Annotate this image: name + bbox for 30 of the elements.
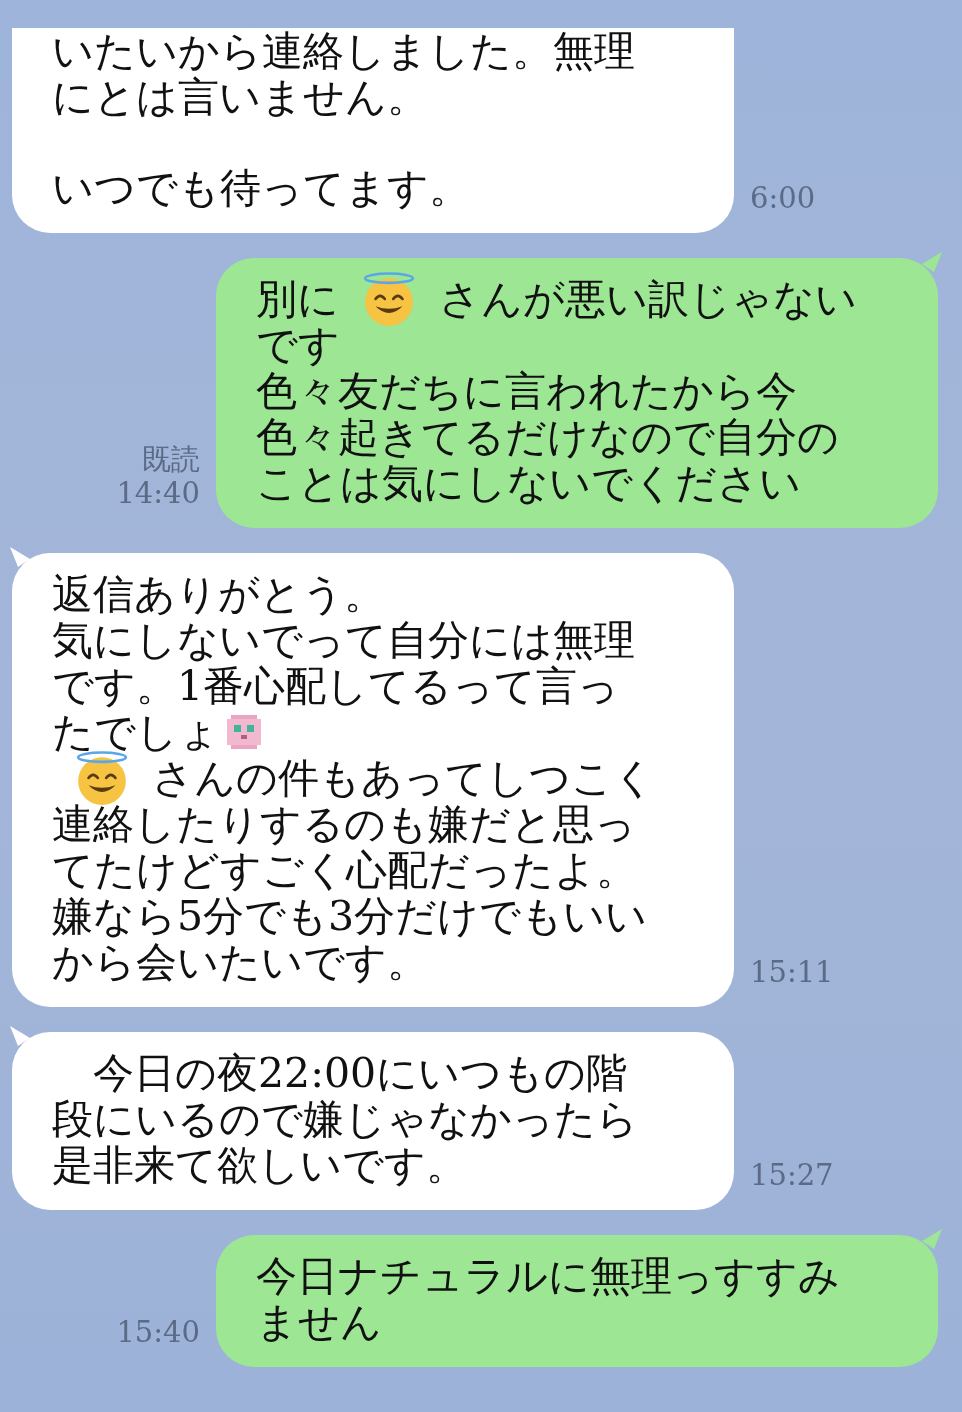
message-text: 嫌なら5分でも3分だけでもいい	[52, 893, 648, 939]
message-text: 色々起きてるだけなので自分の	[256, 414, 839, 460]
message-text: 今日ナチュラルに無理っすすみ	[256, 1253, 840, 1299]
message-time: 14:40	[116, 476, 200, 510]
message-time: 15:27	[750, 1158, 834, 1192]
message-text: 別に	[256, 276, 339, 322]
message-text: にとは言いません。	[52, 74, 428, 120]
message-text: です。1番心配してるって言っ	[52, 663, 620, 709]
read-receipt: 既読	[142, 442, 200, 476]
message-text: 気にしないでって自分には無理	[52, 617, 635, 663]
message-text: 今日の夜22:00にいつもの階	[92, 1050, 628, 1096]
message-text: から会いたいです。	[52, 939, 428, 985]
message-text: ことは気にしないでください	[256, 460, 801, 506]
message-text: いたいから連絡しました。無理	[52, 28, 635, 74]
message-text: いつでも待ってます。	[52, 165, 470, 211]
message-text: てたけどすごく心配だったよ。	[52, 847, 637, 893]
message-text: 色々友だちに言われたから今	[256, 368, 797, 414]
message-text: さんの件もあってしつこく	[152, 755, 655, 801]
message-text: ません	[256, 1299, 382, 1345]
message-text: 段にいるので嫌じゃなかったら	[52, 1096, 638, 1142]
message-time: 15:40	[116, 1315, 200, 1349]
message-text: さんが悪い訳じゃない	[439, 276, 857, 322]
message-text: 返信ありがとう。	[52, 571, 385, 617]
message-text: 連絡したりするのも嫌だと思っ	[52, 801, 636, 847]
message-text: です	[256, 322, 340, 368]
message-time: 15:11	[750, 955, 834, 989]
message-time: 6:00	[750, 181, 816, 215]
message-text: たでしょ	[52, 709, 220, 755]
pixel-sticker-icon	[224, 712, 264, 752]
message-text: 是非来て欲しいです。	[52, 1142, 467, 1188]
